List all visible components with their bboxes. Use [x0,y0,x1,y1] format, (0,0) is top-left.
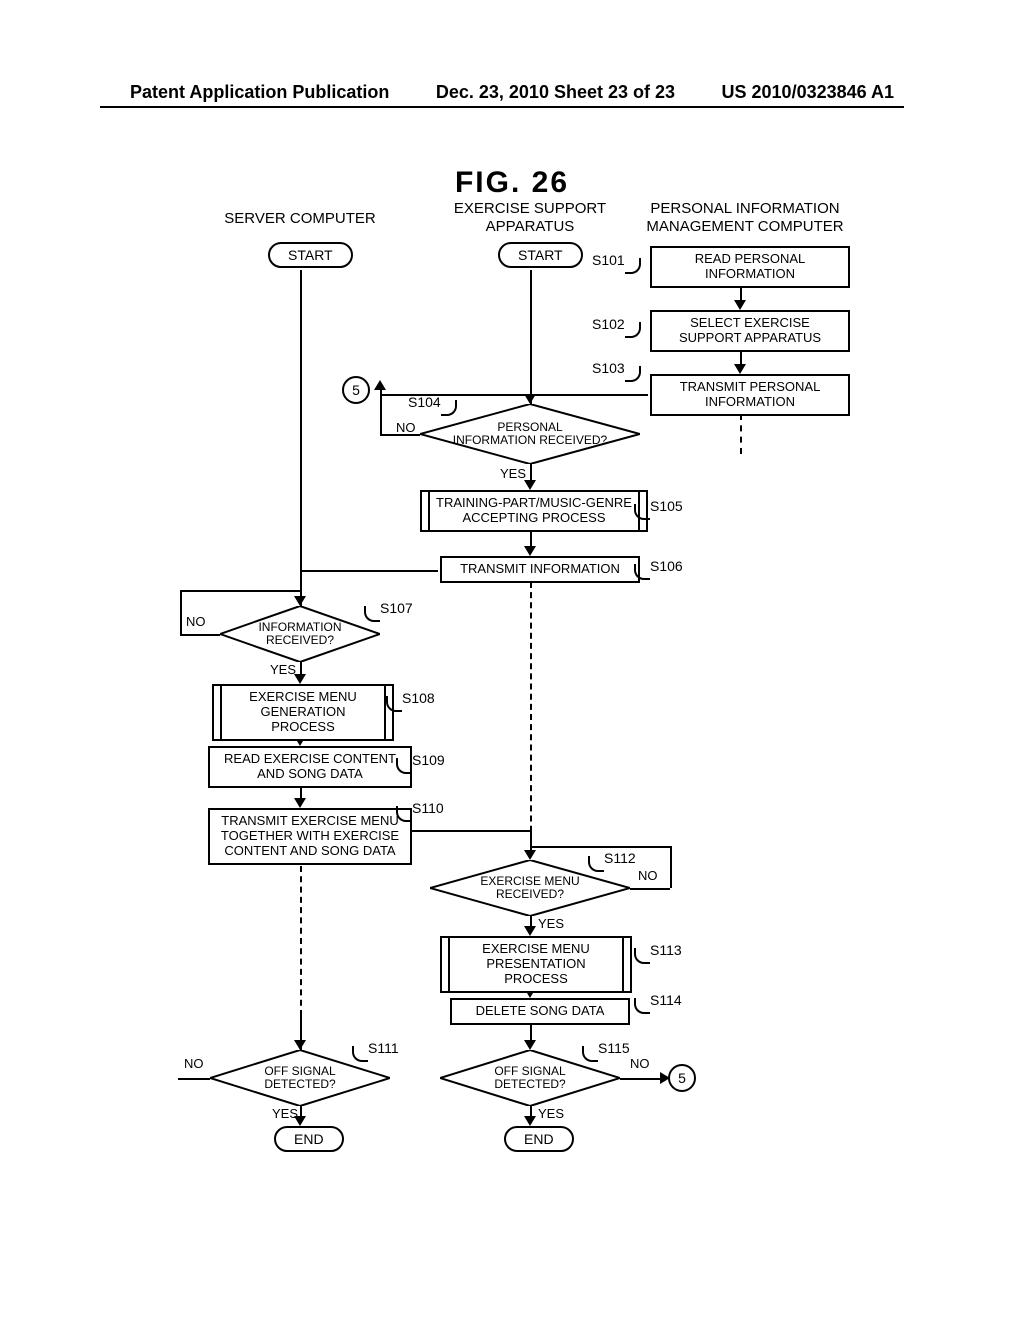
connector-ref-5b: 5 [668,1064,696,1092]
connector-ref-5a: 5 [342,376,370,404]
step-id-s115: S115 [598,1040,630,1056]
label-no: NO [186,614,206,629]
flow-line-dashed [300,866,302,1016]
step-id-s114: S114 [650,992,682,1008]
process-s109: READ EXERCISE CONTENT AND SONG DATA [208,746,412,788]
arrowhead-icon [294,1040,306,1050]
terminal-end-esa: END [504,1126,574,1152]
step-id-s108: S108 [402,690,435,706]
label-yes: YES [538,1106,564,1121]
label-no: NO [630,1056,650,1071]
step-id-s102: S102 [592,316,625,332]
flow-line [670,846,672,888]
label-yes: YES [500,466,526,481]
process-s106: TRANSMIT INFORMATION [440,556,640,583]
step-id-s109: S109 [412,752,445,768]
arrowhead-icon [524,926,536,936]
arrowhead-icon [734,300,746,310]
step-id-s112: S112 [604,850,636,866]
step-id-s111: S111 [368,1040,399,1056]
process-s101: READ PERSONAL INFORMATION [650,246,850,288]
col-label-pim: PERSONAL INFORMATION MANAGEMENT COMPUTER [640,200,850,236]
label-no: NO [396,420,416,435]
col-label-esa: EXERCISE SUPPORT APPARATUS [440,200,620,236]
process-s110: TRANSMIT EXERCISE MENU TOGETHER WITH EXE… [208,808,412,865]
flow-line [408,830,532,832]
header-mid: Dec. 23, 2010 Sheet 23 of 23 [436,82,675,103]
flow-line [180,634,220,636]
arrowhead-icon [734,364,746,374]
flow-line [630,888,670,890]
flow-line [380,394,382,434]
header-left: Patent Application Publication [130,82,389,103]
process-s103: TRANSMIT PERSONAL INFORMATION [650,374,850,416]
arrowhead-icon [374,380,386,390]
arrowhead-icon [294,596,306,606]
col-label-server: SERVER COMPUTER [220,210,380,228]
arrowhead-icon [524,480,536,490]
label-no: NO [184,1056,204,1071]
flow-line-dashed [530,582,532,852]
step-id-s113: S113 [650,942,682,958]
step-id-s110: S110 [412,800,444,816]
flow-line [180,590,300,592]
step-id-s103: S103 [592,360,625,376]
subprocess-s105: TRAINING-PART/MUSIC-GENRE ACCEPTING PROC… [420,490,648,532]
label-yes: YES [538,916,564,931]
flow-line [380,394,530,396]
page: Patent Application Publication Dec. 23, … [0,0,1024,1320]
subprocess-s113: EXERCISE MENU PRESENTATION PROCESS [440,936,632,993]
label-no: NO [638,868,658,883]
label-yes: YES [270,662,296,677]
terminal-start-server: START [268,242,353,268]
step-id-s101: S101 [592,252,625,268]
flow-line [300,570,438,572]
terminal-start-esa: START [498,242,583,268]
page-header: Patent Application Publication Dec. 23, … [0,82,1024,103]
flow-line [620,1078,664,1080]
decision-text-s107: INFORMATION RECEIVED? [220,606,380,662]
step-id-s104: S104 [408,394,441,410]
arrowhead-icon [524,850,536,860]
flow-line [178,1078,210,1080]
subprocess-s108: EXERCISE MENU GENERATION PROCESS [212,684,394,741]
terminal-end-server: END [274,1126,344,1152]
arrowhead-icon [524,1040,536,1050]
process-s102: SELECT EXERCISE SUPPORT APPARATUS [650,310,850,352]
header-right: US 2010/0323846 A1 [722,82,894,103]
flow-line [530,846,670,848]
figure-title: FIG. 26 [0,166,1024,200]
label-yes: YES [272,1106,298,1121]
header-rule [100,106,904,108]
step-id-s106: S106 [650,558,683,574]
step-id-s107: S107 [380,600,413,616]
arrowhead-icon [294,798,306,808]
flow-line [530,270,532,404]
decision-s107: INFORMATION RECEIVED? [220,606,380,662]
arrowhead-icon [524,394,536,404]
process-s114: DELETE SONG DATA [450,998,630,1025]
flow-line [300,270,302,606]
arrowhead-icon [524,546,536,556]
step-id-s105: S105 [650,498,683,514]
flow-line [530,394,648,396]
flow-line-dashed [740,414,742,454]
flow-line [180,590,182,634]
arrowhead-icon [524,1116,536,1126]
